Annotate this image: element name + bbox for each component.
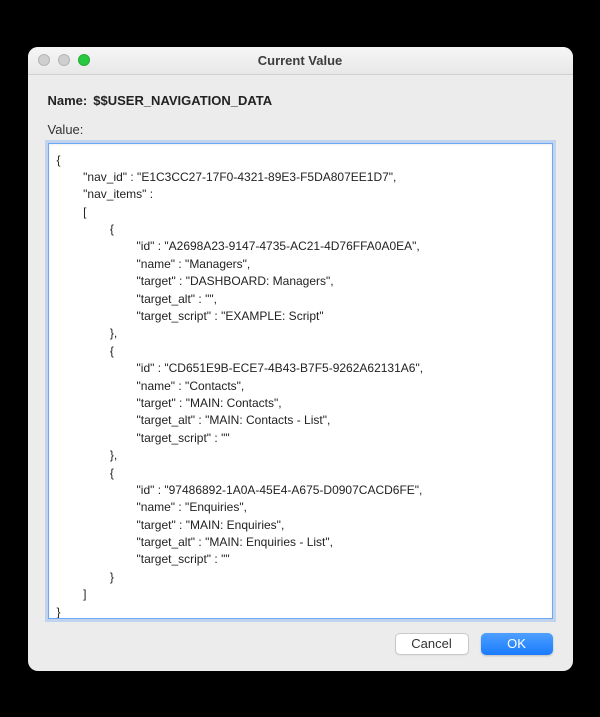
name-label: Name:: [48, 93, 88, 108]
window-title: Current Value: [28, 53, 573, 68]
value-label: Value:: [48, 122, 553, 137]
value-textarea[interactable]: [48, 143, 553, 619]
name-value: $$USER_NAVIGATION_DATA: [93, 93, 272, 108]
dialog-footer: Cancel OK: [48, 633, 553, 655]
close-icon[interactable]: [38, 54, 50, 66]
dialog-window: Current Value Name: $$USER_NAVIGATION_DA…: [28, 47, 573, 671]
titlebar: Current Value: [28, 47, 573, 75]
name-row: Name: $$USER_NAVIGATION_DATA: [48, 93, 553, 108]
zoom-icon[interactable]: [78, 54, 90, 66]
dialog-content: Name: $$USER_NAVIGATION_DATA Value: Canc…: [28, 75, 573, 671]
cancel-button[interactable]: Cancel: [395, 633, 469, 655]
minimize-icon[interactable]: [58, 54, 70, 66]
ok-button[interactable]: OK: [481, 633, 553, 655]
window-controls: [38, 54, 90, 66]
